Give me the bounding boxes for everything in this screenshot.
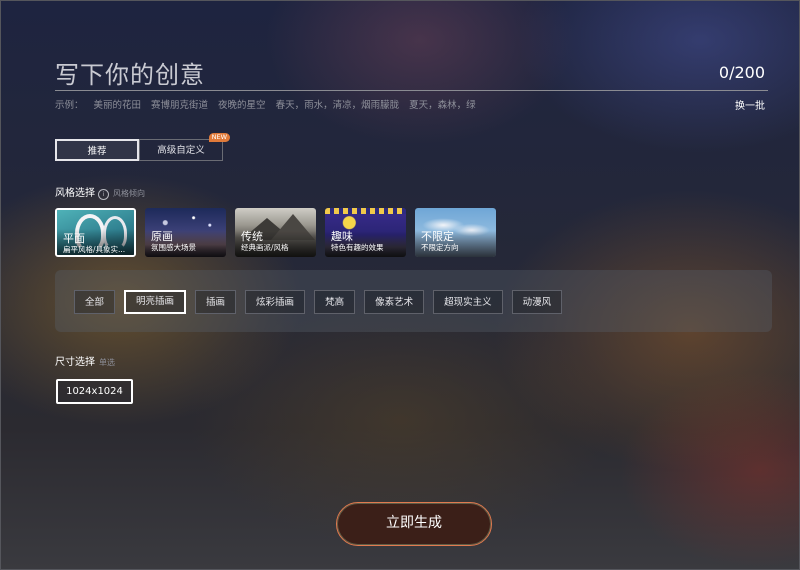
tab-advanced-label: 高级自定义 — [157, 145, 205, 156]
style-hint: 风格倾向 — [113, 189, 145, 198]
style-card-desc: 特色有趣的效果 — [331, 243, 384, 252]
size-hint: 单选 — [99, 358, 115, 367]
example-prompt[interactable]: 春天，雨水，清凉，烟雨朦胧 — [276, 100, 400, 111]
size-section-title: 尺寸选择 — [55, 357, 95, 368]
mode-tabs: 推荐 高级自定义 NEW — [55, 133, 230, 161]
info-icon[interactable]: i — [98, 189, 109, 200]
new-badge: NEW — [208, 133, 230, 142]
tab-recommend[interactable]: 推荐 — [55, 139, 139, 161]
style-filter-chips: 全部 明亮插画 插画 炫彩插画 梵高 像素艺术 超现实主义 动漫风 — [74, 290, 563, 314]
prompt-underline — [55, 90, 768, 91]
example-prompts: 示例： 美丽的花田 赛博朋克街道 夜晚的星空 春天，雨水，清凉，烟雨朦胧 夏天，森林，绿 — [55, 97, 486, 111]
example-prompt[interactable]: 赛博朋克街道 — [151, 100, 208, 111]
filter-chip-colorful-illustration[interactable]: 炫彩插画 — [245, 290, 306, 314]
char-counter: 0/200 — [718, 63, 765, 82]
tab-advanced[interactable]: 高级自定义 NEW — [139, 133, 230, 161]
prompt-placeholder[interactable]: 写下你的创意 — [55, 55, 205, 90]
filter-chip-van-gogh[interactable]: 梵高 — [314, 290, 356, 314]
style-card-any[interactable]: 不限定 不限定方向 — [415, 208, 496, 257]
style-card-desc: 经典画派/风格 — [241, 243, 289, 252]
style-cards: 平面 扁平风格/具象实... 原画 氛围感大场景 传统 经典画派/风格 趣味 特… — [55, 208, 496, 257]
filter-chip-pixel-art[interactable]: 像素艺术 — [364, 290, 425, 314]
style-section-title: 风格选择 — [55, 188, 95, 199]
filter-chip-anime[interactable]: 动漫风 — [511, 290, 563, 314]
generate-button[interactable]: 立即生成 — [336, 502, 492, 546]
filter-chip-all[interactable]: 全部 — [74, 290, 116, 314]
example-prompt[interactable]: 夏天，森林，绿 — [409, 100, 476, 111]
refresh-examples-button[interactable]: 换一批 — [735, 97, 765, 112]
style-card-fun[interactable]: 趣味 特色有趣的效果 — [325, 208, 406, 257]
filter-chip-bright-illustration[interactable]: 明亮插画 — [124, 290, 187, 314]
style-card-original[interactable]: 原画 氛围感大场景 — [145, 208, 226, 257]
size-option-button[interactable]: 1024x1024 — [56, 379, 133, 404]
style-card-flat[interactable]: 平面 扁平风格/具象实... — [55, 208, 136, 257]
examples-label: 示例： — [55, 100, 84, 111]
style-card-desc: 扁平风格/具象实... — [63, 245, 126, 254]
size-section-label: 尺寸选择 单选 — [55, 353, 115, 368]
style-card-desc: 氛围感大场景 — [151, 243, 196, 252]
style-card-traditional[interactable]: 传统 经典画派/风格 — [235, 208, 316, 257]
style-card-desc: 不限定方向 — [421, 243, 459, 252]
filter-chip-illustration[interactable]: 插画 — [195, 290, 237, 314]
filter-chip-surrealism[interactable]: 超现实主义 — [433, 290, 503, 314]
example-prompt[interactable]: 美丽的花田 — [94, 100, 142, 111]
example-prompt[interactable]: 夜晚的星空 — [218, 100, 266, 111]
style-section-label: 风格选择 i 风格倾向 — [55, 184, 145, 200]
